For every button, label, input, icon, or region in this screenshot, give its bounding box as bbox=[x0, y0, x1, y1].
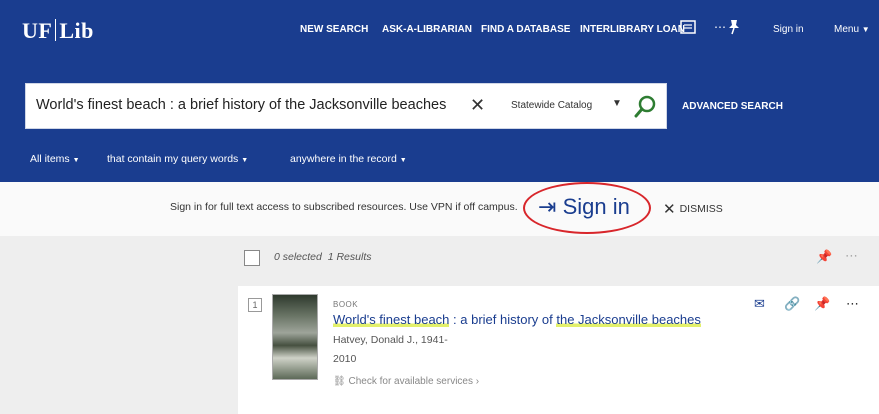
notice-sign-in-button[interactable]: ⇥ Sign in bbox=[538, 194, 630, 220]
results-summary: 0 selected 1 Results bbox=[274, 251, 372, 263]
logo-lib: Lib bbox=[59, 18, 94, 43]
result-number: 1 bbox=[248, 298, 262, 312]
selected-count: 0 selected bbox=[274, 251, 322, 263]
filter-label: All items bbox=[30, 153, 70, 165]
search-area: World's finest beach : a brief history o… bbox=[0, 64, 879, 182]
pin-icon[interactable]: 📌 bbox=[814, 296, 830, 312]
sign-in-icon: ⇥ bbox=[538, 194, 557, 219]
logo-separator bbox=[55, 19, 57, 41]
result-type: BOOK bbox=[333, 300, 359, 309]
top-bar: UF Lib NEW SEARCH ASK-A-LIBRARIAN FIND A … bbox=[0, 0, 879, 64]
email-icon[interactable]: ✉ bbox=[754, 296, 765, 312]
chevron-right-icon: › bbox=[475, 376, 480, 387]
chevron-down-icon: ▼ bbox=[72, 157, 80, 164]
menu-label: Menu bbox=[834, 24, 860, 35]
availability-label: Check for available services bbox=[348, 376, 473, 387]
availability-link[interactable]: ⛓ Check for available services › bbox=[333, 376, 479, 387]
pin-icon[interactable] bbox=[727, 19, 741, 35]
interlibrary-loan-icon[interactable] bbox=[679, 18, 697, 36]
result-author: Hatvey, Donald J., 1941- bbox=[333, 334, 448, 346]
search-icon[interactable] bbox=[633, 94, 659, 120]
chevron-down-icon: ▼ bbox=[861, 25, 870, 34]
nav-interlibrary-loan[interactable]: INTERLIBRARY LOAN bbox=[580, 24, 685, 35]
filter-query-words[interactable]: that contain my query words ▼ bbox=[107, 153, 248, 165]
search-query[interactable]: World's finest beach : a brief history o… bbox=[36, 97, 446, 113]
clear-search-icon[interactable]: ✕ bbox=[470, 95, 485, 116]
title-middle: : a brief history of bbox=[449, 312, 557, 327]
link-icon: ⛓ bbox=[333, 376, 346, 387]
logo-uf: UF bbox=[22, 18, 53, 43]
notice-text: Sign in for full text access to subscrib… bbox=[170, 201, 518, 213]
more-options-icon[interactable]: ⋯ bbox=[845, 248, 858, 264]
menu-button[interactable]: Menu ▼ bbox=[834, 24, 870, 35]
search-input[interactable]: World's finest beach : a brief history o… bbox=[25, 83, 667, 129]
select-all-checkbox[interactable] bbox=[244, 250, 260, 266]
header-sign-in[interactable]: Sign in bbox=[773, 24, 804, 35]
close-icon: ✕ bbox=[663, 201, 676, 218]
chevron-down-icon[interactable]: ▼ bbox=[612, 98, 622, 109]
advanced-search-link[interactable]: ADVANCED SEARCH bbox=[682, 101, 783, 112]
nav-new-search[interactable]: NEW SEARCH bbox=[300, 24, 368, 35]
link-icon[interactable]: 🔗 bbox=[784, 296, 800, 312]
uf-lib-logo[interactable]: UF Lib bbox=[22, 18, 94, 44]
filter-label: anywhere in the record bbox=[290, 153, 397, 165]
nav-ask-a-librarian[interactable]: ASK-A-LIBRARIAN bbox=[382, 24, 472, 35]
chevron-down-icon: ▼ bbox=[241, 157, 249, 164]
book-cover-thumbnail[interactable] bbox=[272, 294, 318, 380]
result-title-link[interactable]: World's finest beach : a brief history o… bbox=[333, 312, 701, 327]
filter-all-items[interactable]: All items ▼ bbox=[30, 153, 80, 165]
dismiss-button[interactable]: ✕ DISMISS bbox=[663, 200, 723, 218]
filter-label: that contain my query words bbox=[107, 153, 239, 165]
result-card[interactable]: 1 BOOK World's finest beach : a brief hi… bbox=[238, 286, 879, 414]
title-highlight: the Jacksonville beaches bbox=[556, 312, 701, 327]
results-count: 1 Results bbox=[327, 251, 372, 263]
sign-in-label: Sign in bbox=[562, 194, 630, 219]
pin-results-icon[interactable]: 📌 bbox=[816, 249, 832, 265]
results-area: 0 selected 1 Results 📌 ⋯ 1 BOOK World's … bbox=[0, 236, 879, 414]
scope-select[interactable]: Statewide Catalog bbox=[511, 100, 592, 111]
sign-in-notice: Sign in for full text access to subscrib… bbox=[0, 182, 879, 236]
nav-find-a-database[interactable]: FIND A DATABASE bbox=[481, 24, 570, 35]
filter-anywhere[interactable]: anywhere in the record ▼ bbox=[290, 153, 407, 165]
result-year: 2010 bbox=[333, 353, 357, 365]
more-icon[interactable]: ⋯ bbox=[714, 20, 726, 34]
title-highlight: World's finest beach bbox=[333, 312, 450, 327]
more-options-icon[interactable]: ⋯ bbox=[846, 296, 859, 312]
chevron-down-icon: ▼ bbox=[399, 157, 407, 164]
dismiss-label: DISMISS bbox=[679, 203, 723, 215]
